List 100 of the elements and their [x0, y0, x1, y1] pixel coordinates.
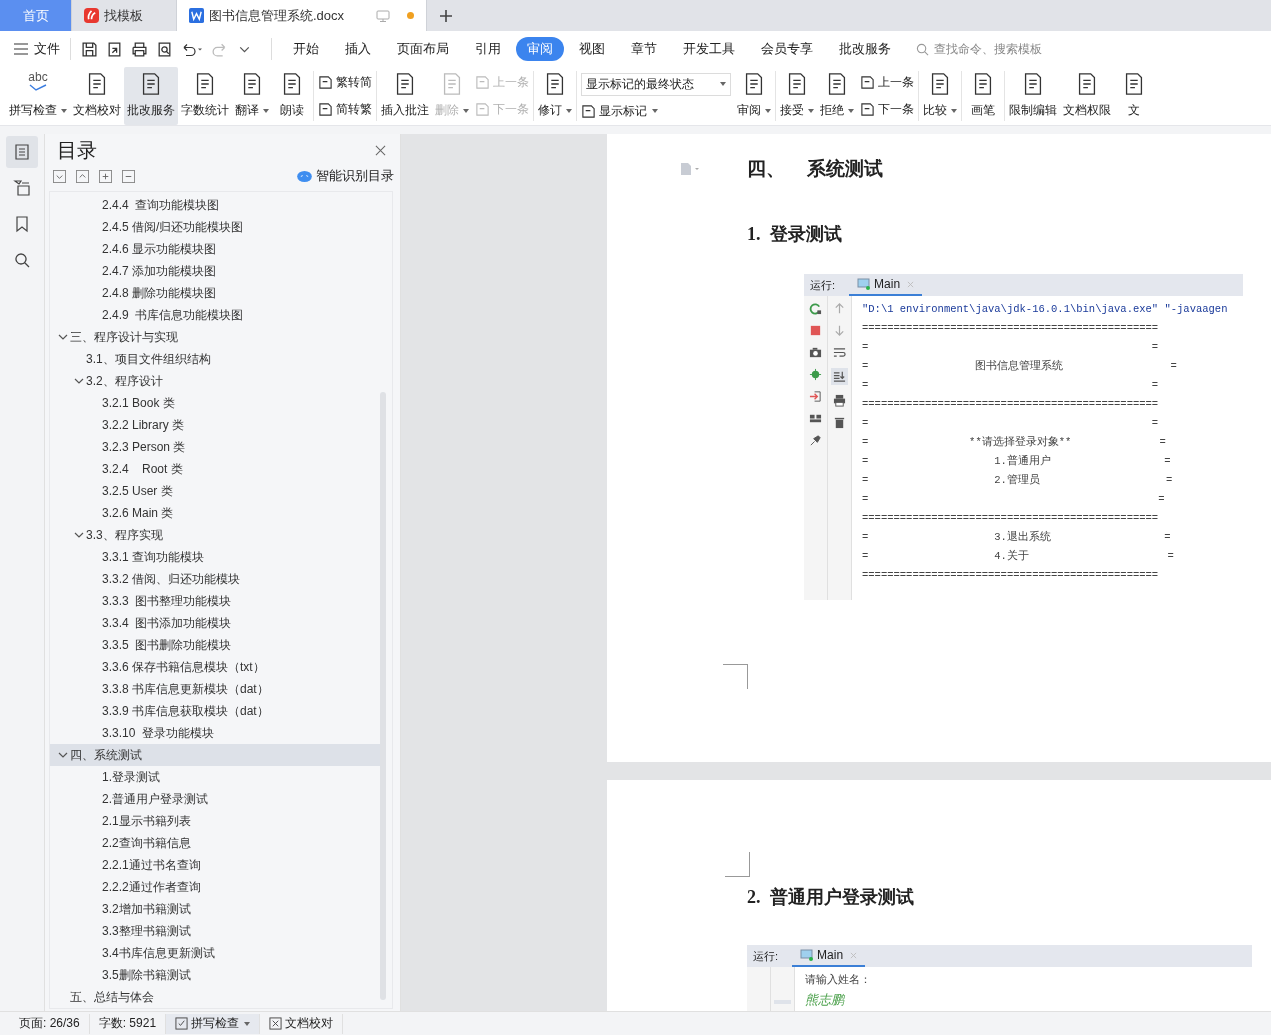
- run-tab[interactable]: Main: [849, 274, 923, 296]
- pin-icon[interactable]: [809, 434, 822, 447]
- toc-item[interactable]: 3.3.3 图书整理功能模块: [50, 590, 380, 612]
- ribbon-button[interactable]: 字数统计: [178, 67, 232, 125]
- toc-item[interactable]: 2.2查询书籍信息: [50, 832, 380, 854]
- toc-item[interactable]: 3.5删除书籍测试: [50, 964, 380, 986]
- chevron-icon[interactable]: [57, 332, 70, 342]
- toc-item[interactable]: 2.4.5 借阅/归还功能模块图: [50, 216, 380, 238]
- toc-item[interactable]: 3.3.10 登录功能模块: [50, 722, 380, 744]
- layout-icon[interactable]: [809, 412, 822, 425]
- toc-item[interactable]: 2.2.1通过书名查询: [50, 854, 380, 876]
- ribbon-button[interactable]: abc 拼写检查: [6, 67, 70, 125]
- toc-item[interactable]: 2.普通用户登录测试: [50, 788, 380, 810]
- close-icon[interactable]: [375, 144, 386, 156]
- proofread-button[interactable]: 文档校对: [260, 1013, 344, 1034]
- chevron-icon[interactable]: [57, 750, 70, 760]
- wrap-icon[interactable]: [833, 346, 846, 359]
- toc-item[interactable]: 三、程序设计与实现: [50, 326, 380, 348]
- ribbon-button[interactable]: 审阅: [734, 67, 774, 125]
- stop-icon[interactable]: [809, 324, 822, 337]
- ribbon-button[interactable]: 画笔: [963, 67, 1003, 125]
- print-icon[interactable]: [131, 40, 148, 58]
- ribbon-button[interactable]: 接受: [777, 67, 817, 125]
- toc-item[interactable]: 1.登录测试: [50, 766, 380, 788]
- ribbon-button[interactable]: 朗读: [272, 67, 312, 125]
- ribbon-tab[interactable]: 视图: [568, 37, 616, 61]
- ribbon-tab[interactable]: 页面布局: [386, 37, 460, 61]
- markup-dropdown[interactable]: 显示标记的最终状态: [581, 72, 731, 96]
- toc-item[interactable]: 3.3.2 借阅、归还功能模块: [50, 568, 380, 590]
- toc-item[interactable]: 3.2.1 Book 类: [50, 392, 380, 414]
- command-search-field[interactable]: 查找命令、搜索模板: [916, 41, 1076, 57]
- bug-icon[interactable]: [809, 368, 822, 381]
- toc-item[interactable]: 2.4.4 查询功能模块图: [50, 194, 380, 216]
- ribbon-button[interactable]: 翻译: [232, 67, 272, 125]
- ribbon-button[interactable]: 上一条: [860, 74, 914, 91]
- spell-check-button[interactable]: 拼写检查: [166, 1013, 261, 1034]
- ribbon-tab[interactable]: 批改服务: [828, 37, 902, 61]
- toc-item[interactable]: 3.2.3 Person 类: [50, 436, 380, 458]
- show-markup-button[interactable]: 显示标记: [581, 102, 731, 120]
- toc-item[interactable]: 3.3.1 查询功能模块: [50, 546, 380, 568]
- plus-icon[interactable]: [99, 169, 112, 183]
- print-preview-icon[interactable]: [156, 40, 173, 58]
- toc-item[interactable]: 3.3.6 保存书籍信息模块（txt）: [50, 656, 380, 678]
- ribbon-tab[interactable]: 会员专享: [750, 37, 824, 61]
- toc-item[interactable]: 3.3.5 图书删除功能模块: [50, 634, 380, 656]
- save-icon[interactable]: [81, 40, 98, 58]
- toc-item[interactable]: 2.4.7 添加功能模块图: [50, 260, 380, 282]
- toc-item[interactable]: 3.2.5 User 类: [50, 480, 380, 502]
- collapse-up-icon[interactable]: [76, 169, 89, 183]
- expand-down-icon[interactable]: [53, 169, 66, 183]
- toc-item[interactable]: 四、系统测试: [50, 744, 380, 766]
- ribbon-button[interactable]: 插入批注: [378, 67, 432, 125]
- chevron-icon[interactable]: [73, 530, 86, 540]
- toc-item[interactable]: 2.2.2通过作者查询: [50, 876, 380, 898]
- ribbon-tab[interactable]: 开发工具: [672, 37, 746, 61]
- smart-toc-button[interactable]: 智能识别目录: [297, 167, 394, 185]
- ribbon-button[interactable]: 批改服务: [124, 67, 178, 125]
- outline-icon[interactable]: [6, 136, 38, 168]
- toc-item[interactable]: 3.2.6 Main 类: [50, 502, 380, 524]
- minus-icon[interactable]: [122, 169, 135, 183]
- ribbon-tab[interactable]: 插入: [334, 37, 382, 61]
- toc-item[interactable]: 3.3.8 书库信息更新模块（dat）: [50, 678, 380, 700]
- toc-item[interactable]: 3.2增加书籍测试: [50, 898, 380, 920]
- print-icon[interactable]: [833, 394, 846, 407]
- rerun-icon[interactable]: [809, 302, 822, 315]
- document-tab[interactable]: 图书信息管理系统.docx: [177, 0, 427, 31]
- ribbon-button[interactable]: 比较: [920, 67, 960, 125]
- add-tab-icon[interactable]: [439, 8, 453, 23]
- ribbon-tab[interactable]: 开始: [282, 37, 330, 61]
- export-icon[interactable]: [106, 40, 123, 58]
- exit-icon[interactable]: [809, 390, 822, 403]
- toc-item[interactable]: 3.2.4 Root 类: [50, 458, 380, 480]
- toc-item[interactable]: 3.3整理书籍测试: [50, 920, 380, 942]
- ribbon-button[interactable]: 文档权限: [1060, 67, 1114, 125]
- trash-icon[interactable]: [833, 416, 846, 429]
- run-tab[interactable]: Main: [792, 945, 866, 967]
- ribbon-tab[interactable]: 章节: [620, 37, 668, 61]
- file-menu-button[interactable]: 文件: [14, 40, 60, 58]
- toc-item[interactable]: 3.2、程序设计: [50, 370, 380, 392]
- ribbon-tab[interactable]: 引用: [464, 37, 512, 61]
- chevron-icon[interactable]: [73, 376, 86, 386]
- ribbon-button[interactable]: 繁转简: [318, 74, 372, 91]
- toc-item[interactable]: 2.4.6 显示功能模块图: [50, 238, 380, 260]
- toc-item[interactable]: 3.4书库信息更新测试: [50, 942, 380, 964]
- toc-item[interactable]: 2.4.8 删除功能模块图: [50, 282, 380, 304]
- toc-item[interactable]: 3.3.4 图书添加功能模块: [50, 612, 380, 634]
- ribbon-button[interactable]: 限制编辑: [1006, 67, 1060, 125]
- ribbon-button[interactable]: 文: [1114, 67, 1154, 125]
- scrollbar[interactable]: [380, 392, 386, 1000]
- toc-item[interactable]: 五、总结与体会: [50, 986, 380, 1008]
- ribbon-button[interactable]: 下一条: [860, 101, 914, 118]
- camera-icon[interactable]: [809, 346, 822, 359]
- toc-item[interactable]: 2.1显示书籍列表: [50, 810, 380, 832]
- ribbon-tab[interactable]: 审阅: [516, 37, 564, 61]
- ribbon-button[interactable]: 简转繁: [318, 101, 372, 118]
- toc-item[interactable]: 3.3.9 书库信息获取模块（dat）: [50, 700, 380, 722]
- ribbon-button[interactable]: 拒绝: [817, 67, 857, 125]
- toc-item[interactable]: 3.2.2 Library 类: [50, 414, 380, 436]
- ribbon-button[interactable]: 文档校对: [70, 67, 124, 125]
- ribbon-button[interactable]: 修订: [535, 67, 575, 125]
